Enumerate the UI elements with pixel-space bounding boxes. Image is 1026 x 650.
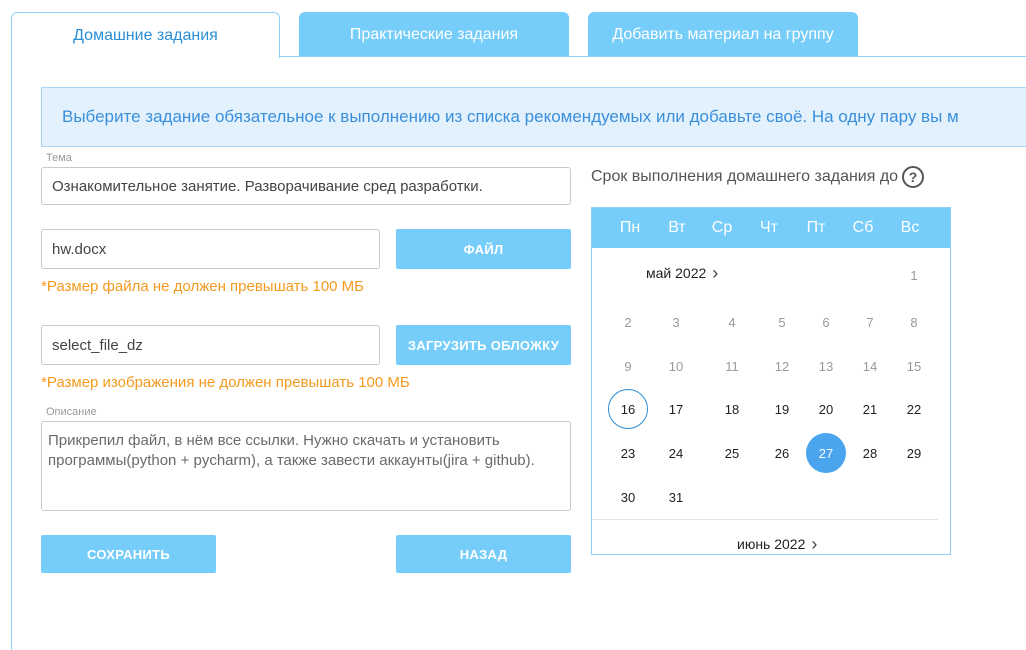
day-cell[interactable]: 15 — [894, 346, 934, 386]
month-name: май 2022 — [646, 265, 707, 281]
day-cell[interactable]: 30 — [608, 477, 648, 517]
day-cell[interactable]: 14 — [850, 346, 890, 386]
info-banner: Выберите задание обязательное к выполнен… — [41, 87, 1026, 147]
day-cell[interactable]: 22 — [894, 389, 934, 429]
topic-label: Тема — [43, 152, 75, 164]
image-size-warning: *Размер изображения не должен превышать … — [41, 374, 410, 391]
day-cell[interactable]: 18 — [712, 389, 752, 429]
description-textarea[interactable]: Прикрепил файл, в нём все ссылки. Нужно … — [41, 421, 571, 511]
help-circle-icon[interactable]: ? — [902, 166, 925, 188]
day-cell[interactable]: 17 — [656, 389, 696, 429]
day-cell[interactable]: 9 — [608, 346, 648, 386]
weekday-header: Пн Вт Ср Чт Пт Сб Вс — [592, 208, 950, 248]
topic-value: Ознакомительное занятие. Разворачивание … — [52, 177, 483, 195]
current-month-label[interactable]: май 2022 › — [646, 263, 719, 283]
day-cell[interactable]: 12 — [762, 346, 802, 386]
weekday-label: Пт — [806, 219, 826, 236]
day-cell[interactable]: 20 — [806, 389, 846, 429]
day-cell[interactable]: 11 — [712, 346, 752, 386]
deadline-label-row: Срок выполнения домашнего задания до ? — [591, 166, 925, 188]
tab-homework[interactable]: Домашние задания — [11, 12, 280, 58]
topic-field[interactable]: Ознакомительное занятие. Разворачивание … — [41, 167, 571, 205]
day-cell[interactable]: 13 — [806, 346, 846, 386]
day-cell[interactable]: 7 — [850, 302, 890, 342]
save-button[interactable]: СОХРАНИТЬ — [41, 535, 216, 573]
day-cell[interactable]: 2 — [608, 302, 648, 342]
chevron-right-icon: › — [811, 534, 818, 554]
weekday-label: Вт — [668, 219, 686, 236]
back-button[interactable]: НАЗАД — [396, 535, 571, 573]
description-value: Прикрепил файл, в нём все ссылки. Нужно … — [48, 432, 535, 469]
weekday-label: Ср — [711, 219, 733, 236]
day-cell[interactable]: 5 — [762, 302, 802, 342]
date-picker: Пн Вт Ср Чт Пт Сб Вс май 2022 › 12345678… — [591, 207, 951, 555]
file-name-value: hw.docx — [52, 240, 107, 258]
file-button[interactable]: ФАЙЛ — [396, 229, 571, 269]
next-month-label[interactable]: июнь 2022 › — [737, 534, 818, 554]
description-label: Описание — [43, 406, 100, 418]
day-cell[interactable]: 24 — [656, 433, 696, 473]
tab-practical[interactable]: Практические задания — [299, 12, 569, 57]
day-cell[interactable]: 6 — [806, 302, 846, 342]
file-size-warning: *Размер файла не должен превышать 100 МБ — [41, 278, 365, 295]
day-cell[interactable]: 1 — [894, 255, 934, 295]
weekday-label: Сб — [852, 219, 874, 236]
day-cell[interactable]: 28 — [850, 433, 890, 473]
upload-cover-button[interactable]: ЗАГРУЗИТЬ ОБЛОЖКУ — [396, 325, 571, 365]
weekday-label: Пн — [619, 219, 641, 236]
weekday-label: Чт — [760, 219, 778, 236]
day-cell[interactable]: 21 — [850, 389, 890, 429]
month-divider — [592, 519, 938, 520]
cover-file-value: select_file_dz — [52, 336, 143, 354]
day-cell[interactable]: 19 — [762, 389, 802, 429]
day-cell[interactable]: 26 — [762, 433, 802, 473]
day-cell[interactable]: 8 — [894, 302, 934, 342]
day-cell[interactable]: 31 — [656, 477, 696, 517]
selected-day[interactable]: 27 — [806, 433, 846, 473]
day-cell[interactable]: 10 — [656, 346, 696, 386]
month-name: июнь 2022 — [737, 536, 806, 552]
day-cell[interactable]: 25 — [712, 433, 752, 473]
day-cell[interactable]: 29 — [894, 433, 934, 473]
tab-add-material[interactable]: Добавить материал на группу — [588, 12, 858, 57]
day-cell[interactable]: 4 — [712, 302, 752, 342]
weekday-label: Вс — [900, 219, 920, 236]
day-cell[interactable]: 23 — [608, 433, 648, 473]
deadline-label: Срок выполнения домашнего задания до — [591, 168, 899, 185]
cover-file-field[interactable]: select_file_dz — [41, 325, 380, 365]
chevron-right-icon: › — [712, 263, 719, 283]
file-name-field[interactable]: hw.docx — [41, 229, 380, 269]
today-day[interactable]: 16 — [608, 389, 648, 429]
day-cell[interactable]: 3 — [656, 302, 696, 342]
